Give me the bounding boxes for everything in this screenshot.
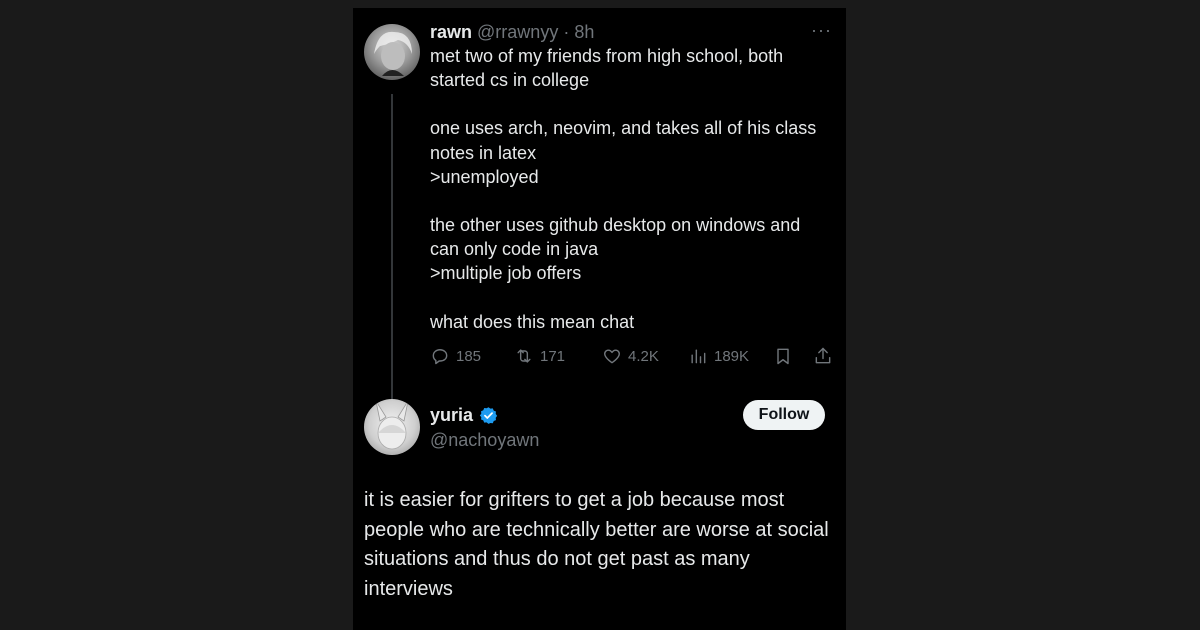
tweet1-line: >multiple job offers	[430, 263, 582, 284]
share-icon	[815, 347, 831, 364]
tweet-panel: rawn @rrawnyy · 8h ··· met two of my fri…	[353, 8, 846, 630]
avatar-rawn[interactable]	[364, 24, 420, 80]
reply-button[interactable]: 185	[430, 344, 481, 368]
tweet1-header: rawn @rrawnyy · 8h	[430, 22, 594, 43]
tweet2-display-name[interactable]: yuria	[430, 405, 473, 426]
follow-button[interactable]: Follow	[743, 400, 825, 430]
more-options-icon[interactable]: ···	[811, 20, 832, 41]
like-button[interactable]: 4.2K	[602, 344, 659, 368]
like-count: 4.2K	[628, 347, 659, 365]
tweet1-display-name[interactable]: rawn	[430, 22, 472, 42]
views-chart-icon	[691, 349, 706, 364]
tweet1-action-bar: 185 171 4.2K 189K	[430, 344, 835, 368]
tweet1-line: >unemployed	[430, 166, 539, 187]
reply-count: 185	[456, 347, 482, 365]
tweet1-time-separator: ·	[563, 22, 570, 42]
tweet1-line	[430, 189, 835, 213]
reply-icon	[432, 349, 448, 365]
anime-avatar-icon	[375, 400, 409, 450]
bookmark-icon	[777, 348, 789, 365]
tweet1-line: met two of my friends from high school, …	[430, 46, 784, 66]
tweet1-line: one uses arch, neovim, and takes all of …	[430, 118, 817, 139]
bookmark-button[interactable]	[773, 344, 793, 368]
heart-icon	[604, 349, 620, 364]
verified-badge-icon	[479, 407, 498, 424]
tweet1-line: what does this mean chat	[430, 311, 635, 332]
repost-count: 171	[540, 347, 566, 365]
tweet1-line: notes in latex	[430, 142, 537, 163]
tweet2-handle[interactable]: @nachoyawn	[430, 430, 539, 451]
tweet1-timestamp[interactable]: 8h	[574, 22, 594, 42]
tweet1-line: the other uses github desktop on windows…	[430, 215, 801, 236]
views-button[interactable]: 189K	[688, 344, 749, 368]
anime-avatar-icon	[374, 31, 412, 76]
tweet1-line: started cs in college	[430, 70, 590, 91]
tweet1-line	[430, 286, 835, 310]
share-button[interactable]	[813, 344, 833, 368]
tweet1-body: met two of my friends from high school, …	[430, 44, 835, 334]
tweet1-line	[430, 92, 835, 116]
repost-icon	[517, 349, 531, 363]
tweet1-line: can only code in java	[430, 239, 599, 260]
tweet2-header: yuria @nachoyawn	[430, 405, 539, 451]
views-count: 189K	[714, 347, 750, 365]
tweet1-handle[interactable]: @rrawnyy	[477, 22, 558, 42]
tweet2-body: it is easier for grifters to get a job b…	[364, 489, 829, 600]
repost-button[interactable]: 171	[514, 344, 565, 368]
avatar-yuria[interactable]	[364, 399, 420, 455]
thread-connector-line	[391, 94, 393, 400]
